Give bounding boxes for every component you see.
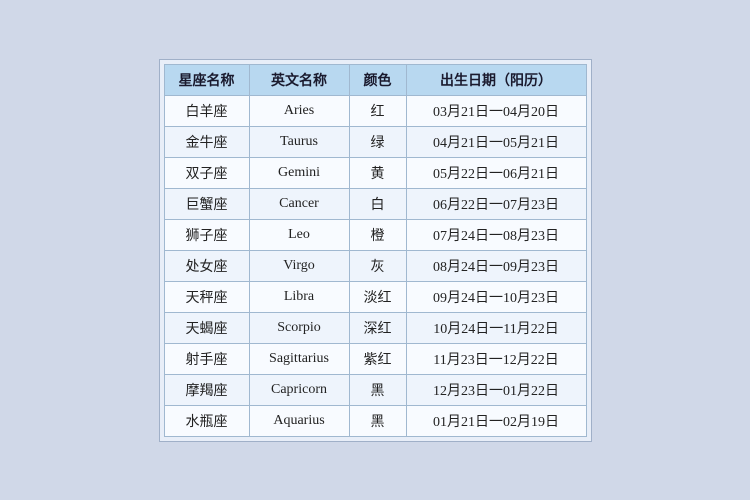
cell-date: 11月23日一12月22日 [406,343,586,374]
cell-date: 08月24日一09月23日 [406,250,586,281]
table-row: 射手座Sagittarius紫红11月23日一12月22日 [164,343,586,374]
cell-english: Libra [249,281,349,312]
cell-date: 05月22日一06月21日 [406,157,586,188]
cell-english: Sagittarius [249,343,349,374]
table-header-row: 星座名称 英文名称 颜色 出生日期（阳历） [164,64,586,95]
header-english: 英文名称 [249,64,349,95]
cell-chinese: 金牛座 [164,126,249,157]
cell-chinese: 天秤座 [164,281,249,312]
cell-chinese: 水瓶座 [164,405,249,436]
table-row: 天蝎座Scorpio深红10月24日一11月22日 [164,312,586,343]
cell-english: Virgo [249,250,349,281]
header-color: 颜色 [349,64,406,95]
cell-color: 黑 [349,405,406,436]
cell-chinese: 双子座 [164,157,249,188]
cell-color: 深红 [349,312,406,343]
table-row: 水瓶座Aquarius黑01月21日一02月19日 [164,405,586,436]
cell-chinese: 处女座 [164,250,249,281]
table-row: 狮子座Leo橙07月24日一08月23日 [164,219,586,250]
cell-color: 黄 [349,157,406,188]
cell-english: Scorpio [249,312,349,343]
header-date: 出生日期（阳历） [406,64,586,95]
cell-color: 紫红 [349,343,406,374]
table-row: 摩羯座Capricorn黑12月23日一01月22日 [164,374,586,405]
table-row: 金牛座Taurus绿04月21日一05月21日 [164,126,586,157]
table-row: 双子座Gemini黄05月22日一06月21日 [164,157,586,188]
cell-color: 橙 [349,219,406,250]
cell-color: 红 [349,95,406,126]
cell-chinese: 射手座 [164,343,249,374]
cell-color: 灰 [349,250,406,281]
cell-english: Aquarius [249,405,349,436]
zodiac-table: 星座名称 英文名称 颜色 出生日期（阳历） 白羊座Aries红03月21日一04… [164,64,587,437]
cell-chinese: 天蝎座 [164,312,249,343]
cell-chinese: 摩羯座 [164,374,249,405]
cell-color: 白 [349,188,406,219]
cell-color: 黑 [349,374,406,405]
cell-chinese: 巨蟹座 [164,188,249,219]
table-row: 天秤座Libra淡红09月24日一10月23日 [164,281,586,312]
cell-english: Cancer [249,188,349,219]
table-row: 巨蟹座Cancer白06月22日一07月23日 [164,188,586,219]
cell-date: 04月21日一05月21日 [406,126,586,157]
cell-english: Aries [249,95,349,126]
cell-date: 06月22日一07月23日 [406,188,586,219]
cell-english: Capricorn [249,374,349,405]
cell-date: 12月23日一01月22日 [406,374,586,405]
cell-date: 01月21日一02月19日 [406,405,586,436]
cell-date: 07月24日一08月23日 [406,219,586,250]
cell-english: Leo [249,219,349,250]
table-row: 白羊座Aries红03月21日一04月20日 [164,95,586,126]
cell-date: 03月21日一04月20日 [406,95,586,126]
cell-chinese: 白羊座 [164,95,249,126]
cell-english: Taurus [249,126,349,157]
cell-date: 09月24日一10月23日 [406,281,586,312]
zodiac-table-container: 星座名称 英文名称 颜色 出生日期（阳历） 白羊座Aries红03月21日一04… [159,59,592,442]
cell-chinese: 狮子座 [164,219,249,250]
cell-english: Gemini [249,157,349,188]
cell-color: 淡红 [349,281,406,312]
table-row: 处女座Virgo灰08月24日一09月23日 [164,250,586,281]
cell-color: 绿 [349,126,406,157]
cell-date: 10月24日一11月22日 [406,312,586,343]
header-chinese: 星座名称 [164,64,249,95]
